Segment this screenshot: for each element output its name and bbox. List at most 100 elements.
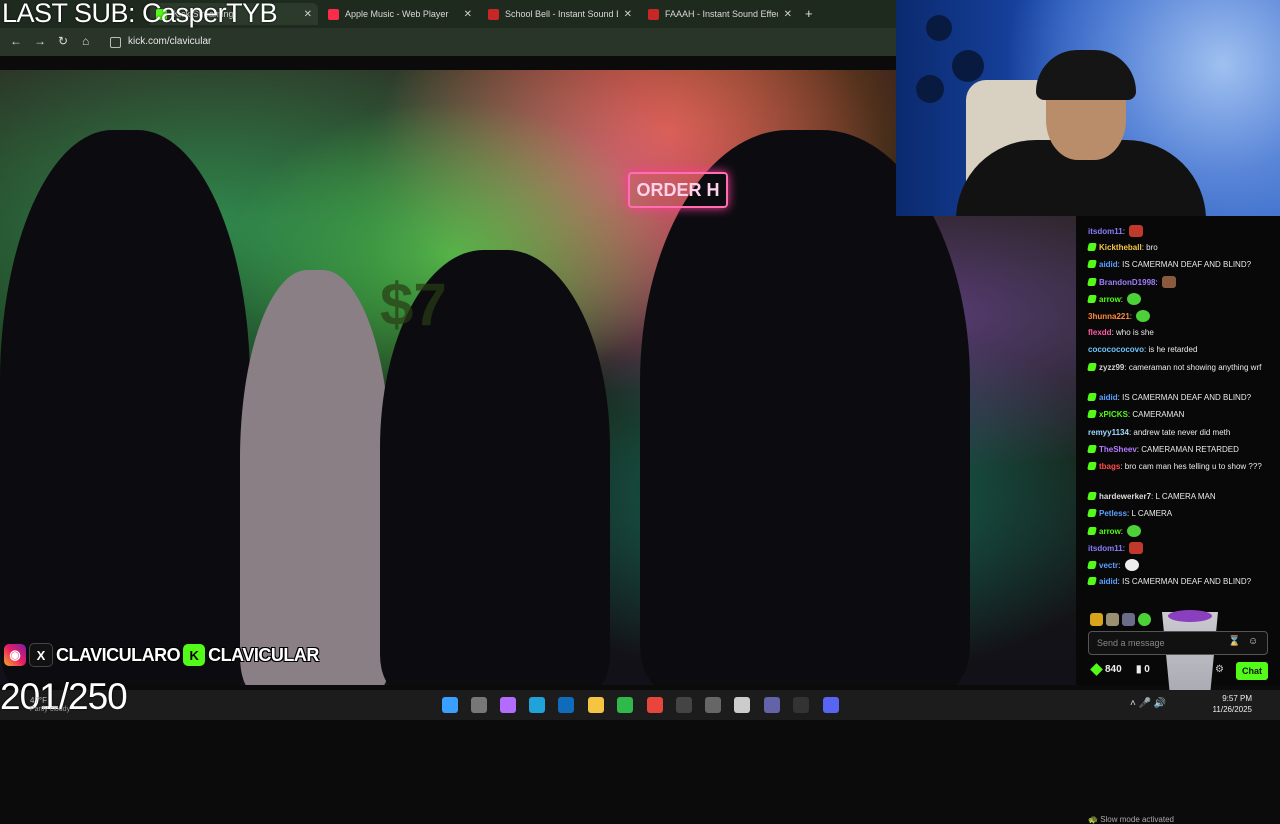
alien-icon[interactable] — [734, 697, 750, 713]
streamer-webcam — [896, 0, 1280, 216]
chat-username[interactable]: hardewerker7 — [1099, 492, 1151, 501]
subscriber-badge-icon — [1087, 260, 1097, 268]
new-tab-button[interactable]: + — [805, 6, 813, 21]
weather-temp[interactable]: 47°F — [30, 696, 47, 705]
chat-username[interactable]: arrow — [1099, 527, 1121, 536]
chat-text: andrew tate never did meth — [1133, 428, 1231, 437]
last-sub-overlay: LAST SUB: CasperTYB — [2, 0, 278, 28]
chat-username[interactable]: Kicktheball — [1099, 243, 1142, 252]
forward-icon[interactable]: → — [34, 34, 46, 48]
emote-icon[interactable] — [1122, 613, 1135, 626]
chat-input[interactable] — [1097, 638, 1217, 648]
channel-points[interactable]: 840 — [1090, 663, 1122, 676]
kick-handle: CLAVICULAR — [208, 644, 319, 665]
store-icon[interactable] — [705, 697, 721, 713]
chat-message: BrandonD1998: — [1087, 276, 1273, 288]
home-icon[interactable]: ⌂ — [82, 34, 89, 48]
chat-separator: : — [1129, 312, 1135, 321]
back-icon[interactable]: ← — [10, 34, 22, 48]
chat-message: vectr: — [1087, 559, 1273, 571]
app-icon[interactable] — [793, 697, 809, 713]
obs-icon[interactable] — [676, 697, 692, 713]
reload-icon[interactable]: ↻ — [58, 34, 68, 48]
chat-username[interactable]: 3hunna221 — [1088, 312, 1130, 321]
chat-text: IS CAMERMAN DEAF AND BLIND? — [1122, 577, 1252, 586]
close-tab-icon[interactable]: ✕ — [464, 9, 472, 20]
chat-username[interactable]: BrandonD1998 — [1099, 278, 1155, 287]
chat-username[interactable]: aidid — [1099, 577, 1118, 586]
discord-icon[interactable] — [823, 697, 839, 713]
chat-username[interactable]: flexdd — [1088, 328, 1112, 337]
myinstants-favicon — [648, 8, 659, 20]
chat-emote-icon — [1136, 310, 1151, 322]
timer-icon[interactable]: ⌛ — [1228, 636, 1240, 647]
system-tray[interactable]: ˄ 🎤 🔊 — [1130, 698, 1166, 709]
chat-username[interactable]: remyy1134 — [1088, 428, 1129, 437]
edge-icon[interactable] — [529, 697, 545, 713]
apple-music-favicon — [328, 8, 339, 20]
url-text[interactable]: kick.com/clavicular — [128, 36, 211, 47]
gear-icon[interactable]: ⚙ — [1215, 664, 1224, 675]
subscriber-badge-icon — [1087, 295, 1097, 303]
subscriber-badge-icon — [1087, 492, 1097, 500]
chat-input-box[interactable] — [1088, 631, 1268, 655]
emote-icon[interactable] — [1138, 613, 1151, 626]
chat-username[interactable]: cococococovo — [1088, 345, 1144, 354]
close-tab-icon[interactable]: ✕ — [624, 9, 632, 20]
subscriber-badge-icon — [1087, 243, 1097, 251]
chat-username[interactable]: vectr — [1099, 561, 1118, 570]
quick-emote-row — [1090, 613, 1151, 626]
close-tab-icon[interactable]: ✕ — [784, 9, 792, 20]
chat-message: TheSheev: CAMERAMAN RETARDED — [1087, 444, 1273, 455]
windows-taskbar — [0, 690, 1280, 720]
chat-username[interactable]: TheSheev — [1099, 445, 1137, 454]
chat-message: arrow: — [1087, 293, 1273, 305]
chat-username[interactable]: aidid — [1099, 393, 1118, 402]
gift-count[interactable]: ▮ 0 — [1136, 664, 1150, 675]
chat-message: zyzz99: cameraman not showing anything w… — [1087, 362, 1273, 373]
chat-username[interactable]: zyzz99 — [1099, 363, 1124, 372]
chat-username[interactable]: itsdom11 — [1088, 544, 1123, 553]
teams-icon[interactable] — [764, 697, 780, 713]
chat-message: tbags: bro cam man hes telling u to show… — [1087, 461, 1273, 472]
points-count: 840 — [1105, 664, 1122, 675]
chrome-icon[interactable] — [647, 697, 663, 713]
windows-start-icon[interactable] — [442, 697, 458, 713]
xbox-icon[interactable] — [617, 697, 633, 713]
gear-decor — [916, 75, 944, 103]
clock-date[interactable]: 11/26/2025 — [1202, 705, 1252, 714]
emote-icon[interactable] — [1106, 613, 1119, 626]
browser-tab[interactable]: FAAAH - Instant Sound Effect B ✕ — [642, 3, 798, 25]
chat-username[interactable]: tbags — [1099, 462, 1120, 471]
chat-message: hardewerker7: L CAMERA MAN — [1087, 491, 1273, 502]
chat-username[interactable]: Petless — [1099, 509, 1127, 518]
close-tab-icon[interactable]: ✕ — [304, 9, 312, 20]
chat-username[interactable]: itsdom11 — [1088, 227, 1123, 236]
file-explorer-icon[interactable] — [588, 697, 604, 713]
browser-tab[interactable]: Apple Music - Web Player ✕ — [322, 3, 478, 25]
instagram-handle: CLAVICULARO — [56, 644, 181, 665]
chat-username[interactable]: aidid — [1099, 260, 1118, 269]
chat-message: aidid: IS CAMERMAN DEAF AND BLIND? — [1087, 259, 1273, 270]
person-left — [0, 130, 250, 685]
clock-time[interactable]: 9:57 PM — [1210, 694, 1252, 703]
chat-message: Petless: L CAMERA — [1087, 508, 1273, 519]
chat-message: 3hunna221: — [1088, 310, 1273, 322]
emote-icon[interactable] — [1090, 613, 1103, 626]
chat-message: itsdom11: — [1088, 225, 1273, 237]
emoji-icon[interactable]: ☺ — [1248, 636, 1258, 647]
outlook-icon[interactable] — [558, 697, 574, 713]
task-view-icon[interactable] — [471, 697, 487, 713]
tab-title: Apple Music - Web Player — [345, 9, 449, 19]
neon-order-sign: ORDER H — [628, 172, 728, 208]
chat-separator: : — [1122, 227, 1128, 236]
tab-title: FAAAH - Instant Sound Effect B — [665, 9, 778, 19]
chat-username[interactable]: xPICKS — [1099, 410, 1128, 419]
chat-username[interactable]: arrow — [1099, 295, 1121, 304]
weather-desc[interactable]: Partly cloudy — [30, 706, 70, 713]
browser-tab[interactable]: School Bell - Instant Sound Effe ✕ — [482, 3, 638, 25]
site-info-icon[interactable] — [110, 37, 121, 48]
chat-send-button[interactable]: Chat — [1236, 662, 1268, 680]
copilot-icon[interactable] — [500, 697, 516, 713]
chat-emote-icon — [1161, 276, 1176, 288]
